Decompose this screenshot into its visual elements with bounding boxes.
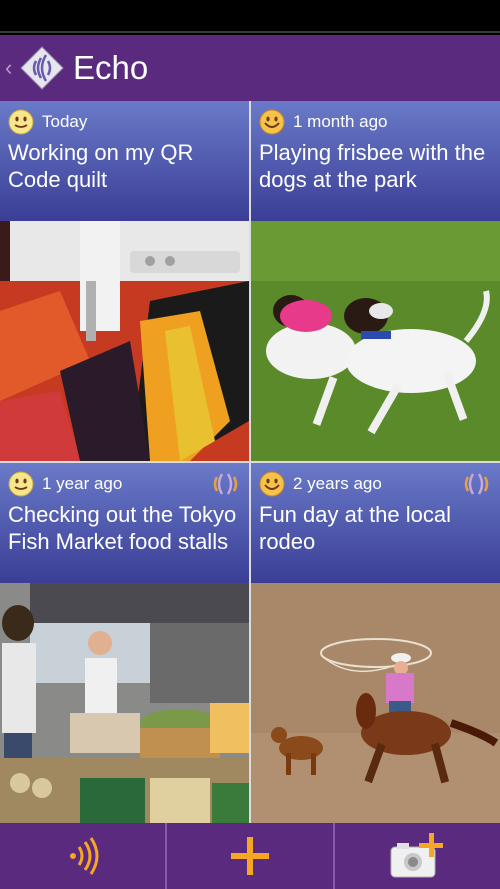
memory-date: Today — [42, 112, 88, 131]
memory-caption: Playing frisbee with the dogs at the par… — [259, 140, 486, 192]
memory-caption: Fun day at the local rodeo — [259, 502, 452, 554]
memory-caption: Working on my QR Code quilt — [8, 140, 194, 192]
app-logo-icon[interactable] — [19, 45, 65, 91]
memory-date: 1 month ago — [293, 112, 388, 131]
memory-header: 1 year ago Checking out the Tokyo Fish M… — [0, 463, 249, 583]
add-photo-button[interactable] — [335, 823, 500, 889]
memory-tile[interactable]: 1 month ago Playing frisbee with the dog… — [251, 101, 500, 461]
add-memory-button[interactable] — [167, 823, 335, 889]
echo-badge-icon[interactable] — [211, 471, 243, 497]
action-bar: ‹ Echo — [0, 35, 500, 101]
add-photo-camera-icon — [390, 833, 444, 878]
dogs-frisbee-photo[interactable] — [251, 221, 500, 461]
memory-date: 1 year ago — [42, 474, 123, 493]
rodeo-roping-photo[interactable] — [251, 583, 500, 823]
echo-button[interactable] — [0, 823, 168, 889]
memory-header: Today Working on my QR Code quilt — [0, 101, 249, 221]
echo-badge-icon[interactable] — [462, 471, 494, 497]
memory-date: 2 years ago — [293, 474, 382, 493]
bottom-bar — [0, 823, 500, 889]
happy-smiley-icon — [259, 109, 285, 135]
memory-tile[interactable]: Today Working on my QR Code quilt — [0, 101, 249, 461]
happy-smiley-icon — [259, 471, 285, 497]
memory-caption: Checking out the Tokyo Fish Market food … — [8, 502, 237, 554]
neutral-smiley-icon — [8, 109, 34, 135]
memory-header: 2 years ago Fun day at the local rodeo — [251, 463, 500, 583]
plus-icon — [230, 837, 269, 875]
memory-header: 1 month ago Playing frisbee with the dog… — [251, 101, 500, 221]
app-title: Echo — [73, 49, 149, 86]
memory-tile[interactable]: 1 year ago Checking out the Tokyo Fish M… — [0, 463, 249, 823]
back-chevron-icon[interactable]: ‹ — [5, 55, 15, 81]
status-bar — [0, 0, 500, 33]
neutral-smiley-icon — [8, 471, 34, 497]
memory-tile[interactable]: 2 years ago Fun day at the local rodeo — [251, 463, 500, 823]
memory-grid: Today Working on my QR Code quilt 1 mont… — [0, 101, 500, 823]
fish-market-stalls-photo[interactable] — [0, 583, 249, 823]
echo-waves-icon — [69, 837, 99, 875]
sewing-machine-quilt-photo[interactable] — [0, 221, 249, 461]
